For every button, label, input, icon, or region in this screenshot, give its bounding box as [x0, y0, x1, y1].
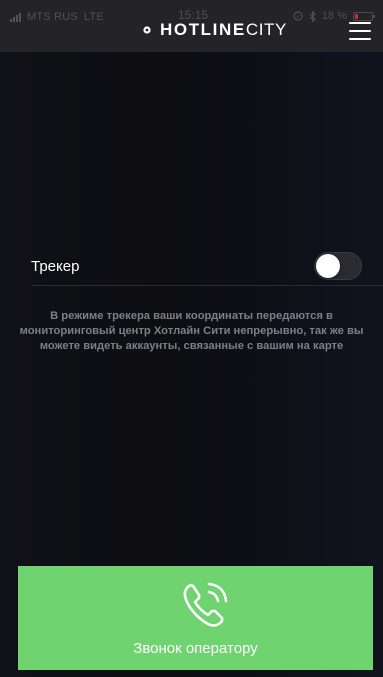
brand-logo: HOTLINE CITY	[142, 19, 287, 41]
battery-level-fill	[355, 13, 358, 19]
carrier-name: MTS RUS	[27, 11, 78, 23]
battery-icon	[353, 11, 375, 21]
brand-name-bold: HOTLINE	[160, 20, 246, 39]
bluetooth-icon	[309, 10, 316, 22]
phone-ringing-icon	[183, 582, 228, 627]
brand-name-light: CITY	[245, 20, 287, 39]
hamburger-menu-icon[interactable]	[349, 22, 371, 40]
row-divider	[31, 285, 383, 286]
tracker-setting-row: Трекер	[0, 248, 383, 286]
tracker-label: Трекер	[31, 258, 80, 275]
battery-percent: 18 %	[321, 10, 347, 22]
location-icon	[293, 11, 303, 21]
tracker-description: В режиме трекера ваши координаты передаю…	[19, 310, 364, 352]
brand-mark-icon	[143, 26, 151, 34]
network-type: LTE	[83, 11, 104, 23]
header-bar: MTS RUS LTE 15:15 18 % HOTLINE CITY	[0, 0, 383, 52]
toggle-knob	[316, 254, 340, 278]
tracker-toggle[interactable]	[314, 252, 362, 280]
call-operator-button[interactable]: Звонок оператору	[18, 566, 373, 670]
status-carrier-group: MTS RUS LTE	[10, 9, 104, 25]
app-screen: MTS RUS LTE 15:15 18 % HOTLINE CITY Трек…	[0, 0, 383, 677]
signal-icon	[10, 12, 21, 22]
call-operator-label: Звонок оператору	[133, 640, 258, 657]
